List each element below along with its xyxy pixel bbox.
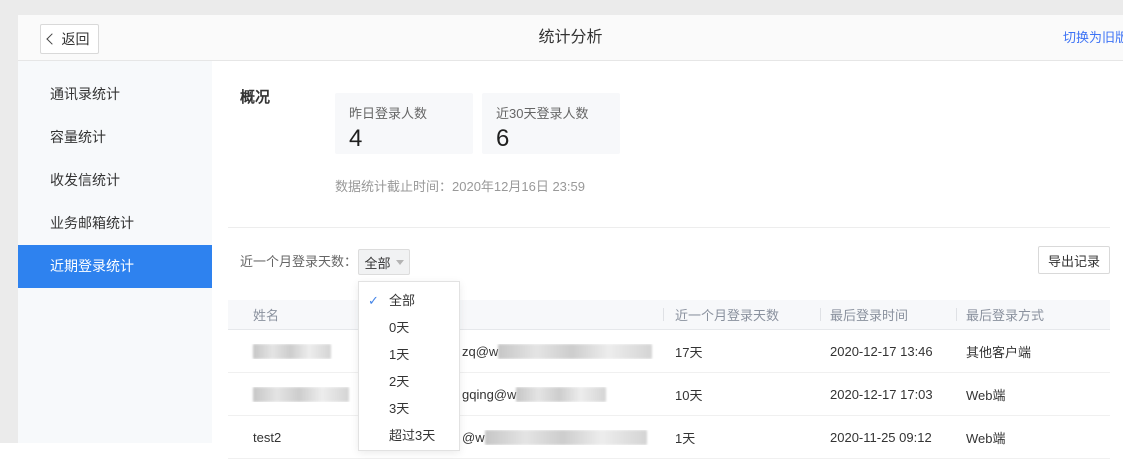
redacted-name (253, 387, 349, 402)
back-button[interactable]: 返回 (40, 24, 99, 54)
email-cell: zq@w (462, 344, 663, 359)
login-days-filter-dropdown[interactable]: 全部 (358, 249, 410, 275)
data-cutoff-time-text: 数据统计截止时间：2020年12月16日 23:59 (335, 176, 585, 195)
sidebar: 通讯录统计 容量统计 收发信统计 业务邮箱统计 近期登录统计 (18, 61, 212, 443)
redacted-email (516, 387, 606, 402)
last-login-time-cell: 2020-12-17 13:46 (820, 344, 956, 359)
outer-frame-left (0, 15, 18, 443)
sidebar-item-mail-send-receive-stats[interactable]: 收发信统计 (18, 159, 212, 202)
dropdown-option-over-3-days[interactable]: 超过3天 (359, 422, 459, 449)
sidebar-item-recent-login-stats[interactable]: 近期登录统计 (18, 245, 212, 288)
email-cell: @w (462, 430, 663, 445)
email-text: zq@w (462, 344, 498, 359)
chevron-down-icon (396, 260, 404, 265)
dropdown-option-label: 0天 (389, 320, 409, 335)
section-divider (228, 227, 1110, 228)
dropdown-option-0-days[interactable]: 0天 (359, 314, 459, 341)
last-login-time-cell: 2020-12-17 17:03 (820, 387, 956, 402)
export-records-button[interactable]: 导出记录 (1038, 246, 1110, 274)
chevron-left-icon (46, 33, 57, 44)
sidebar-item-contacts-stats[interactable]: 通讯录统计 (18, 73, 212, 116)
column-header-login-days: 近一个月登录天数 (663, 305, 820, 324)
dropdown-option-3-days[interactable]: 3天 (359, 395, 459, 422)
dropdown-option-all[interactable]: ✓ 全部 (359, 287, 459, 314)
dropdown-selected-value: 全部 (364, 253, 390, 272)
dropdown-option-label: 1天 (389, 347, 409, 362)
column-header-last-login-method: 最后登录方式 (956, 305, 1110, 324)
stat-card-30day-logins: 近30天登录人数 6 (482, 93, 620, 154)
stat-card-label: 近30天登录人数 (496, 103, 620, 122)
email-text: @w (462, 430, 485, 445)
overview-section-title: 概况 (240, 86, 270, 107)
email-text: gqing@w (462, 387, 516, 402)
login-days-dropdown-menu: ✓ 全部 0天 1天 2天 3天 超过3天 (358, 281, 460, 451)
redacted-name (253, 344, 331, 359)
column-separator (663, 308, 664, 321)
column-header-last-login-time: 最后登录时间 (820, 305, 956, 324)
last-login-method-cell: Web端 (956, 385, 1110, 404)
stat-card-yesterday-logins: 昨日登录人数 4 (335, 93, 473, 154)
last-login-method-cell: 其他客户端 (956, 342, 1110, 361)
email-cell: gqing@w (462, 387, 663, 402)
stat-card-value: 6 (496, 125, 620, 153)
column-separator (820, 308, 821, 321)
last-login-time-cell: 2020-11-25 09:12 (820, 430, 956, 445)
dropdown-option-label: 超过3天 (389, 428, 435, 443)
header-bar: 统计分析 返回 切换为旧版 (18, 15, 1123, 61)
dropdown-option-label: 3天 (389, 401, 409, 416)
login-days-cell: 1天 (663, 428, 820, 447)
dropdown-option-label: 全部 (389, 293, 415, 308)
outer-frame-top (0, 0, 1123, 15)
switch-to-old-version-link[interactable]: 切换为旧版 (1063, 15, 1123, 60)
stat-card-label: 昨日登录人数 (349, 103, 473, 122)
login-days-cell: 10天 (663, 385, 820, 404)
page-title: 统计分析 (18, 15, 1123, 60)
redacted-email (485, 430, 647, 445)
column-separator (956, 308, 957, 321)
redacted-email (498, 344, 652, 359)
dropdown-option-2-days[interactable]: 2天 (359, 368, 459, 395)
sidebar-item-business-mailbox-stats[interactable]: 业务邮箱统计 (18, 202, 212, 245)
dropdown-option-label: 2天 (389, 374, 409, 389)
back-button-label: 返回 (62, 29, 90, 49)
last-login-method-cell: Web端 (956, 428, 1110, 447)
login-days-filter-label: 近一个月登录天数： (240, 249, 357, 275)
login-days-cell: 17天 (663, 342, 820, 361)
check-icon: ✓ (368, 287, 379, 314)
stat-card-value: 4 (349, 125, 473, 153)
dropdown-option-1-day[interactable]: 1天 (359, 341, 459, 368)
sidebar-item-capacity-stats[interactable]: 容量统计 (18, 116, 212, 159)
